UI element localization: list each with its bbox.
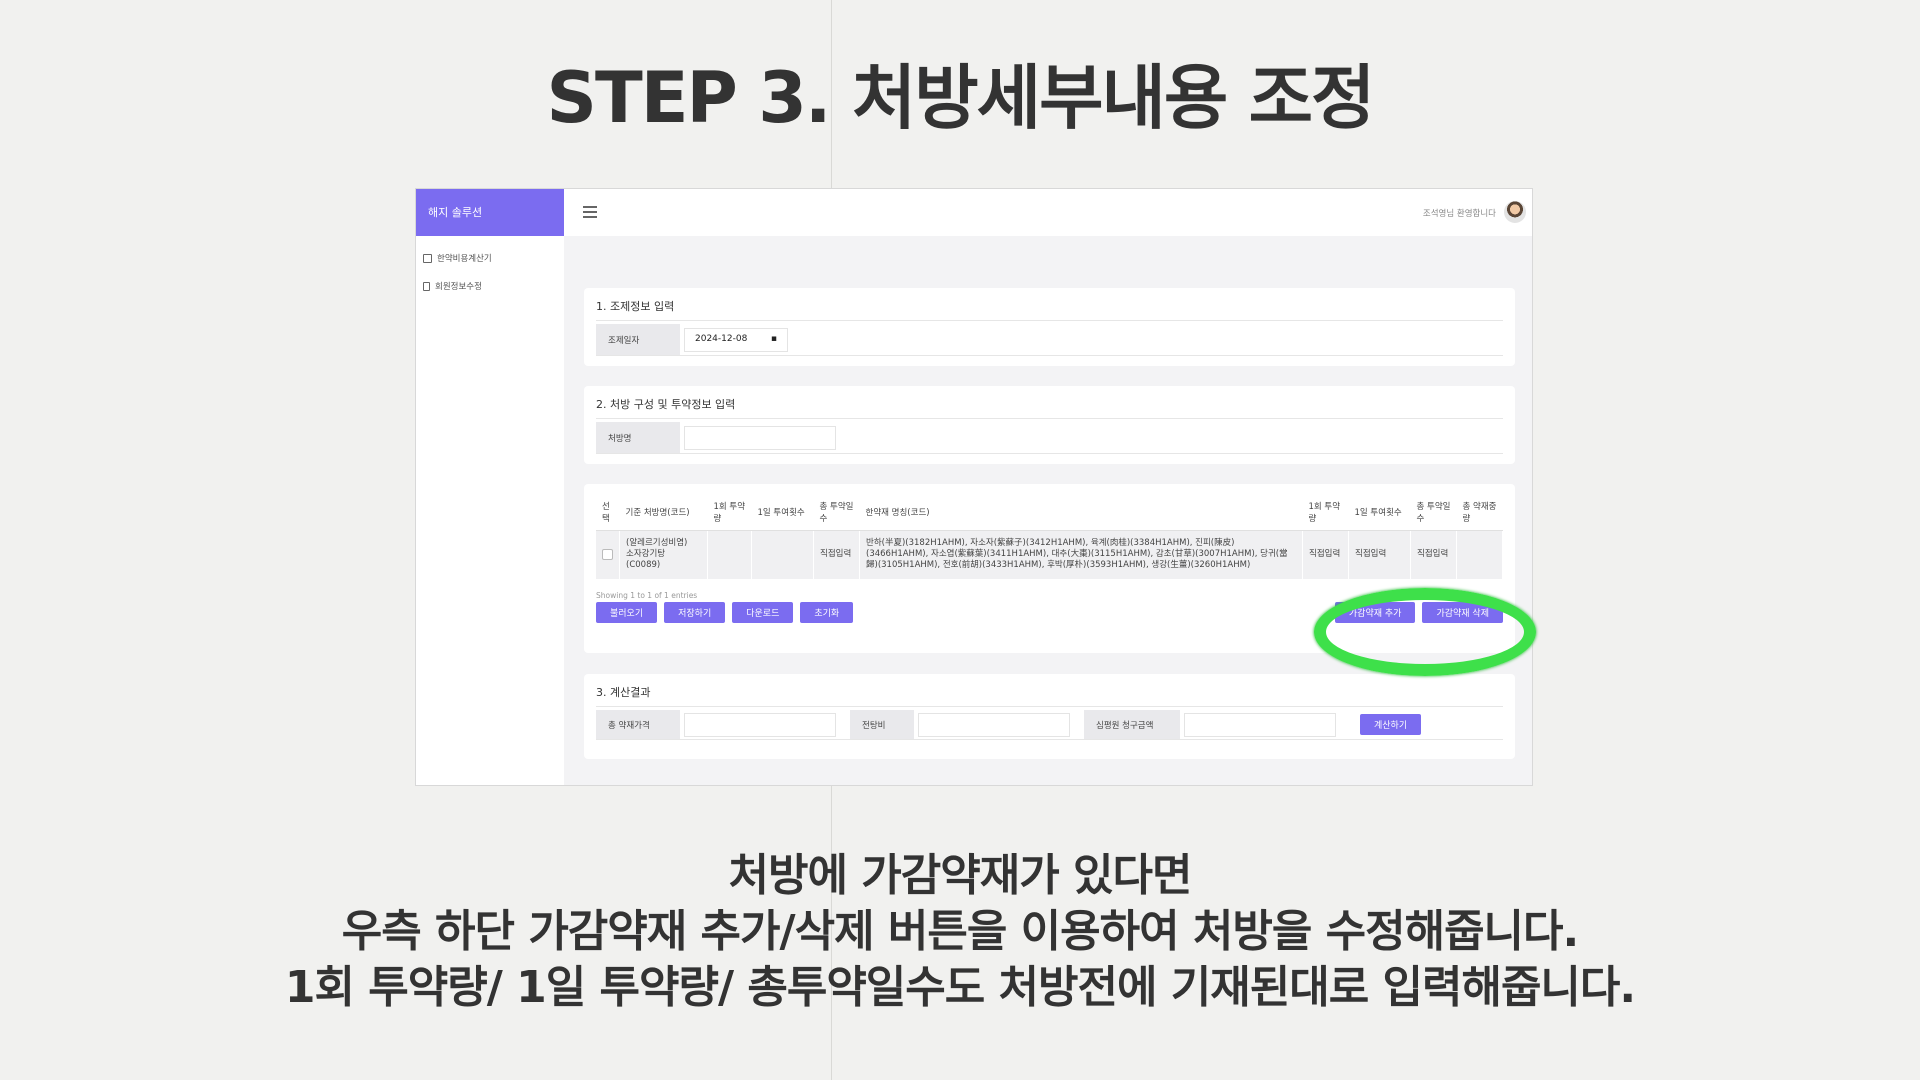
avatar[interactable] [1504,201,1526,223]
prescription-table: 선택 기준 처방명(코드) 1회 투약량 1일 투여횟수 총 투약일수 한약재 … [596,494,1503,579]
brand-logo[interactable]: 해지 솔루션 [416,189,564,236]
slide-title: STEP 3. 처방세부내용 조정 [546,57,1376,139]
total-price-input[interactable] [684,712,836,737]
download-button[interactable]: 다운로드 [732,601,794,623]
document-icon [423,281,430,291]
td-herb-freq[interactable]: 직접입력 [1348,530,1411,579]
table-row: (알레르기성비염) 소자강기탕 (C0089) 직접입력 반하(半夏)(3182… [596,530,1503,579]
card-prescription-info: 2. 처방 구성 및 투약정보 입력 처방명 [584,386,1515,464]
td-select [596,530,620,579]
form-row-date: 조제일자 2024-12-08 ▪ [596,324,1503,356]
claim-amount-label: 심평원 청구금액 [1084,710,1180,739]
section-title: 3. 계산결과 [596,684,1503,707]
card-dispense-info: 1. 조제정보 입력 조제일자 2024-12-08 ▪ [584,288,1515,366]
td-days[interactable]: 직접입력 [813,530,860,579]
load-button[interactable]: 불러오기 [596,601,658,623]
calculate-button[interactable]: 계산하기 [1360,714,1422,735]
sidebar-item-calculator[interactable]: 한약비용계산기 [416,244,564,272]
edit-icon [423,253,432,263]
claim-amount-input[interactable] [1184,712,1336,737]
prescription-code: (C0089) [626,560,661,571]
save-button[interactable]: 저장하기 [664,601,726,623]
caption-line-3: 1회 투약량/ 1일 투약량/ 총투약일수도 처방전에 기재된대로 입력해줍니다… [284,962,1636,1013]
td-herb-days[interactable]: 직접입력 [1410,530,1457,579]
date-value: 2024-12-08 [695,333,748,344]
hamburger-menu-icon[interactable] [583,206,597,218]
td-herbs: 반하(半夏)(3182H1AHM), 자소자(紫蘇子)(3412H1AHM), … [859,530,1303,579]
decoction-fee-label: 전탕비 [850,710,914,739]
sidebar-item-label: 한약비용계산기 [437,254,492,264]
th-days: 총 투약일수 [813,494,860,531]
td-herb-dose[interactable]: 직접입력 [1302,530,1349,579]
slide-caption: 처방에 가감약재가 있다면 우측 하단 가감약재 추가/삭제 버튼을 이용하여 … [0,848,1920,1016]
sidebar: 해지 솔루션 한약비용계산기 회원정보수정 [416,189,564,785]
section-title: 2. 처방 구성 및 투약정보 입력 [596,396,1503,419]
td-total-weight [1456,530,1503,579]
th-base-prescription: 기준 처방명(코드) [619,494,708,531]
top-bar: 조석영님 환영합니다 [564,189,1532,236]
td-base-prescription: (알레르기성비염) 소자강기탕 (C0089) [619,530,708,579]
sidebar-item-label: 회원정보수정 [435,282,482,292]
welcome-text: 조석영님 환영합니다 [1422,209,1496,219]
calendar-icon[interactable]: ▪ [771,334,777,346]
app-screenshot: 해지 솔루션 한약비용계산기 회원정보수정 조석영님 환영합니다 1. 조제정보… [415,188,1533,786]
highlight-circle [1314,588,1536,676]
form-row-results: 총 약재가격 전탕비 심평원 청구금액 계산하기 [596,710,1503,740]
th-herb-freq: 1일 투여횟수 [1348,494,1411,531]
th-freq: 1일 투여횟수 [751,494,814,531]
th-herbs: 한약재 명칭(코드) [859,494,1303,531]
section-title: 1. 조제정보 입력 [596,298,1503,321]
form-row-prescription-name: 처방명 [596,422,1503,454]
td-freq[interactable] [751,530,814,579]
th-dose: 1회 투약량 [707,494,752,531]
prescription-category: (알레르기성비염) [626,538,688,549]
th-herb-days: 총 투약일수 [1410,494,1457,531]
td-dose[interactable] [707,530,752,579]
sidebar-item-member-edit[interactable]: 회원정보수정 [416,272,564,300]
reset-button[interactable]: 초기화 [800,601,854,623]
caption-line-1: 처방에 가감약재가 있다면 [728,850,1193,901]
caption-line-2: 우측 하단 가감약재 추가/삭제 버튼을 이용하여 처방을 수정해줍니다. [341,906,1579,957]
prescription-name-label: 처방명 [596,422,680,453]
prescription-name-input[interactable] [684,425,836,450]
th-total-weight: 총 약재중량 [1456,494,1503,531]
th-select: 선택 [596,494,620,531]
prescription-name: 소자강기탕 [626,549,666,560]
card-calculation-result: 3. 계산결과 총 약재가격 전탕비 심평원 청구금액 계산하기 [584,674,1515,759]
th-herb-dose: 1회 투약량 [1302,494,1349,531]
decoction-fee-input[interactable] [918,712,1070,737]
date-input[interactable]: 2024-12-08 ▪ [684,327,788,352]
date-label: 조제일자 [596,324,680,355]
total-price-label: 총 약재가격 [596,710,680,739]
row-checkbox[interactable] [602,549,613,561]
